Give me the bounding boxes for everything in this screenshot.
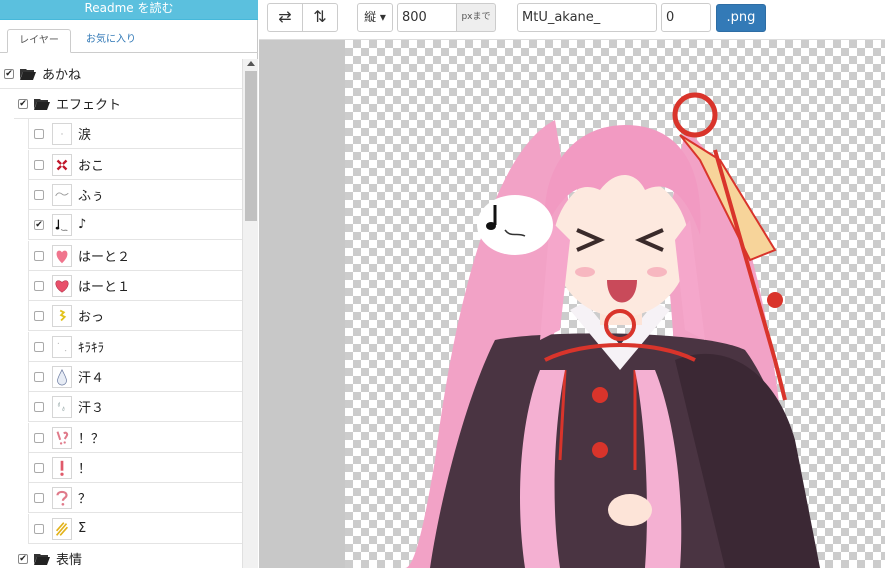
layer-checkbox[interactable]: [34, 523, 44, 534]
heart-thumbnail-icon: [52, 244, 72, 267]
layer-checkbox[interactable]: [34, 280, 44, 291]
surprise-mark-thumbnail-icon: [52, 304, 72, 327]
export-png-button[interactable]: .png: [716, 4, 766, 32]
shock-lines-thumbnail-icon: [52, 517, 72, 540]
layer-panel: Readme を読む レイヤー お気に入り ✔ あかね ✔ エフェクト 涙 おこ…: [0, 0, 258, 568]
tears-thumbnail-icon: [52, 122, 72, 145]
layer-label: 表情: [56, 553, 83, 568]
layer-label: ｷﾗｷﾗ: [78, 341, 104, 356]
tab-favorites[interactable]: お気に入り: [76, 29, 146, 53]
layer-checkbox[interactable]: ✔: [4, 68, 14, 79]
layer-folder-effect[interactable]: ✔ エフェクト: [14, 89, 242, 119]
layer-label: ？: [78, 492, 92, 507]
filename-input[interactable]: MtU_akane_: [517, 3, 657, 32]
layer-checkbox[interactable]: ✔: [18, 98, 28, 109]
question-thumbnail-icon: [52, 486, 72, 509]
layer-checkbox[interactable]: [34, 128, 44, 139]
scroll-up-arrow-icon[interactable]: [247, 61, 255, 66]
panel-tabs: レイヤー お気に入り: [0, 29, 258, 53]
folder-open-icon: [34, 553, 50, 565]
scroll-thumb[interactable]: [245, 71, 257, 221]
layer-item[interactable]: はーと２: [28, 241, 242, 271]
number-input[interactable]: 0: [661, 3, 711, 32]
layer-checkbox[interactable]: [34, 462, 44, 473]
layer-label: 汗４: [78, 371, 105, 386]
exclamation-question-thumbnail-icon: [52, 426, 72, 449]
layer-item[interactable]: ふぅ: [28, 180, 242, 210]
layer-item[interactable]: ！: [28, 453, 242, 483]
layer-label: ！: [78, 462, 92, 477]
toolbar: ⇄ ⇅ 縦 ▾ 800 pxまで MtU_akane_ 0 .png: [259, 0, 885, 40]
layer-checkbox[interactable]: [34, 492, 44, 503]
folder-open-icon: [34, 98, 50, 110]
layer-checkbox[interactable]: [34, 432, 44, 443]
canvas-margin: [259, 40, 345, 568]
layer-checkbox[interactable]: [34, 189, 44, 200]
layer-checkbox[interactable]: [34, 371, 44, 382]
layer-label: ♪: [78, 217, 87, 232]
layer-scrollbar[interactable]: [242, 59, 258, 568]
sweat-thumbnail-icon: [52, 395, 72, 418]
layer-folder-akane[interactable]: ✔ あかね: [0, 59, 242, 89]
size-unit-addon: pxまで: [456, 3, 496, 32]
layer-label: エフェクト: [56, 98, 122, 113]
layer-item[interactable]: ！？: [28, 423, 242, 453]
layer-folder-expression[interactable]: ✔ 表情: [14, 544, 242, 568]
layer-item[interactable]: 涙: [28, 119, 242, 149]
exclamation-thumbnail-icon: [52, 456, 72, 479]
layer-item[interactable]: ✔ ♪: [28, 210, 242, 240]
layer-item[interactable]: ｷﾗｷﾗ: [28, 332, 242, 362]
folder-open-icon: [20, 68, 36, 80]
layer-label: ふぅ: [78, 189, 105, 204]
preview-canvas[interactable]: [345, 40, 885, 568]
sigh-thumbnail-icon: [52, 183, 72, 206]
layer-label: 涙: [78, 128, 92, 143]
layer-item[interactable]: はーと１: [28, 271, 242, 301]
app-window: Readme を読む レイヤー お気に入り ✔ あかね ✔ エフェクト 涙 おこ…: [0, 0, 885, 568]
direction-select[interactable]: 縦 ▾: [357, 3, 393, 32]
size-input[interactable]: 800: [397, 3, 457, 32]
character-illustration: [405, 92, 820, 568]
layer-label: ！？: [78, 432, 105, 447]
layer-item[interactable]: おこ: [28, 150, 242, 180]
heart-thumbnail-icon: [52, 274, 72, 297]
layer-checkbox[interactable]: ✔: [18, 553, 28, 564]
anger-mark-thumbnail-icon: [52, 153, 72, 176]
layer-item[interactable]: 汗４: [28, 362, 242, 392]
layer-checkbox[interactable]: [34, 310, 44, 321]
layer-label: おこ: [78, 159, 105, 174]
layer-tree: ✔ あかね ✔ エフェクト 涙 おこ ふぅ ✔ ♪ はーと２ はーと１ おっ ｷ…: [0, 59, 242, 568]
sweat-drop-thumbnail-icon: [52, 365, 72, 388]
flip-vertical-button[interactable]: ⇅: [302, 3, 338, 32]
layer-label: Σ: [78, 521, 87, 536]
layer-checkbox[interactable]: [34, 250, 44, 261]
layer-item[interactable]: おっ: [28, 301, 242, 331]
layer-checkbox[interactable]: [34, 401, 44, 412]
layer-checkbox[interactable]: ✔: [34, 219, 44, 230]
layer-item[interactable]: Σ: [28, 514, 242, 544]
layer-label: あかね: [42, 68, 82, 83]
layer-item[interactable]: ？: [28, 483, 242, 513]
sparkle-thumbnail-icon: [52, 335, 72, 358]
music-note-thumbnail-icon: [52, 213, 72, 236]
layer-label: 汗３: [78, 401, 105, 416]
layer-label: おっ: [78, 310, 105, 325]
tab-layers[interactable]: レイヤー: [7, 29, 71, 53]
layer-item[interactable]: 汗３: [28, 392, 242, 422]
swap-button[interactable]: ⇄: [267, 3, 302, 32]
layer-label: はーと２: [78, 250, 131, 265]
layer-checkbox[interactable]: [34, 341, 44, 352]
readme-button[interactable]: Readme を読む: [0, 0, 258, 20]
layer-label: はーと１: [78, 280, 131, 295]
layer-checkbox[interactable]: [34, 159, 44, 170]
